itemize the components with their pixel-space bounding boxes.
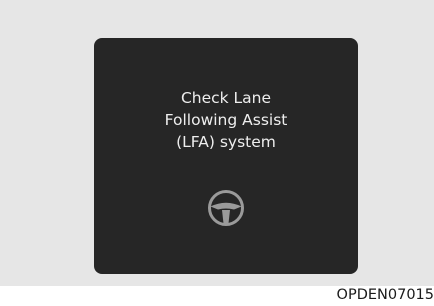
warning-message: Check Lane Following Assist (LFA) system — [94, 87, 358, 153]
cluster-display: Check Lane Following Assist (LFA) system — [94, 38, 358, 274]
figure-panel: Check Lane Following Assist (LFA) system — [0, 0, 434, 286]
figure-code: OPDEN07015 — [336, 287, 434, 303]
steering-wheel-icon — [208, 190, 244, 226]
warning-line-1: Check Lane — [180, 89, 272, 107]
warning-line-2: Following Assist — [164, 111, 288, 129]
warning-line-3: (LFA) system — [176, 133, 276, 151]
